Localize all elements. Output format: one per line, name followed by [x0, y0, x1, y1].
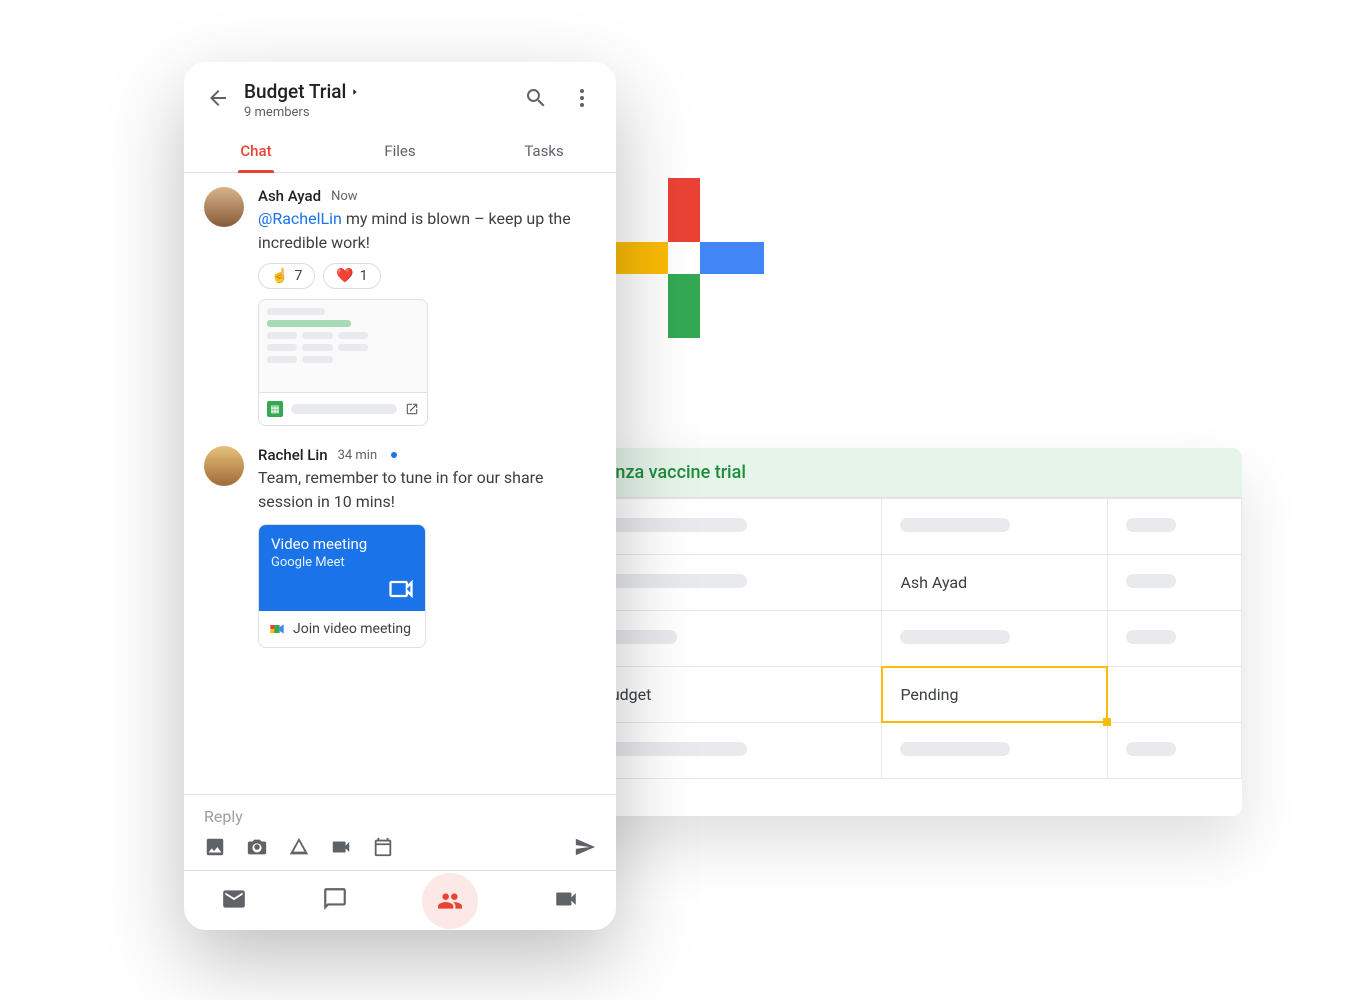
message-text: @RachelLin my mind is blown – keep up th… — [258, 207, 596, 255]
camera-icon[interactable] — [246, 836, 268, 858]
calendar-icon[interactable] — [372, 836, 394, 858]
video-icon — [553, 886, 579, 912]
video-icon — [387, 575, 415, 603]
meet-icon — [269, 621, 285, 637]
reactions: ☝️ 7 ❤️ 1 — [258, 263, 596, 289]
more-vert-icon — [570, 86, 594, 110]
sheet-grid[interactable]: Ash Ayad Trial budgetPending — [548, 498, 1242, 779]
table-row — [549, 723, 1242, 779]
author: Ash Ayad — [258, 187, 321, 205]
google-plus-decor — [604, 178, 764, 338]
tab-files[interactable]: Files — [328, 130, 472, 172]
chat-header: Budget Trial 9 members — [184, 62, 616, 122]
reaction-count: 1 — [360, 268, 368, 284]
meet-title: Video meeting — [271, 535, 413, 553]
table-row: Ash Ayad — [549, 555, 1242, 611]
bottom-nav — [184, 870, 616, 930]
join-meeting-button[interactable]: Join video meeting — [259, 611, 425, 647]
more-button[interactable] — [562, 78, 602, 122]
join-meeting-label: Join video meeting — [293, 621, 411, 637]
timestamp: Now — [331, 189, 357, 204]
reply-input[interactable]: Reply — [204, 807, 596, 826]
table-row — [549, 499, 1242, 555]
sheet-thumbnail — [259, 300, 427, 392]
nav-spaces[interactable] — [422, 873, 478, 929]
table-row: Trial budgetPending — [549, 667, 1242, 723]
space-subtitle: 9 members — [244, 105, 510, 120]
tab-tasks[interactable]: Tasks — [472, 130, 616, 172]
nav-chat[interactable] — [322, 886, 348, 916]
space-title[interactable]: Budget Trial — [244, 80, 510, 103]
emoji: ❤️ — [336, 268, 353, 284]
people-icon — [437, 888, 463, 914]
message-text: Team, remember to tune in for our share … — [258, 466, 596, 514]
reaction-chip[interactable]: ❤️ 1 — [323, 263, 380, 289]
mention[interactable]: @RachelLin — [258, 209, 342, 228]
space-title-text: Budget Trial — [244, 80, 346, 103]
drive-icon[interactable] — [288, 836, 310, 858]
avatar[interactable] — [204, 187, 244, 227]
cell-ash[interactable]: Ash Ayad — [882, 555, 1108, 611]
spreadsheet-card: Influenza vaccine trial Ash Ayad Trial b… — [548, 448, 1242, 816]
avatar[interactable] — [204, 446, 244, 486]
meet-subtitle: Google Meet — [271, 555, 413, 570]
chevron-right-icon — [350, 87, 360, 97]
timestamp: 34 min — [338, 448, 378, 463]
unread-dot — [391, 452, 397, 458]
arrow-left-icon — [206, 86, 230, 110]
message: Ash Ayad Now @RachelLin my mind is blown… — [204, 187, 596, 426]
send-button[interactable] — [574, 836, 596, 858]
sheets-icon: ▦ — [267, 401, 283, 417]
table-row — [549, 611, 1242, 667]
chat-bubble-icon — [322, 886, 348, 912]
sheet-attachment[interactable]: ▦ — [258, 299, 428, 426]
emoji: ☝️ — [271, 268, 288, 284]
search-icon — [524, 86, 548, 110]
sheet-title: Influenza vaccine trial — [548, 448, 1242, 498]
message: Rachel Lin 34 min Team, remember to tune… — [204, 446, 596, 648]
tabs: Chat Files Tasks — [184, 130, 616, 173]
chat-scroll[interactable]: Ash Ayad Now @RachelLin my mind is blown… — [184, 173, 616, 794]
video-icon[interactable] — [330, 836, 352, 858]
search-button[interactable] — [516, 78, 556, 122]
tab-chat[interactable]: Chat — [184, 130, 328, 172]
nav-mail[interactable] — [221, 886, 247, 916]
reaction-count: 7 — [294, 268, 302, 284]
meet-attachment[interactable]: Video meeting Google Meet Join video mee… — [258, 524, 426, 648]
nav-meet[interactable] — [553, 886, 579, 916]
image-icon[interactable] — [204, 836, 226, 858]
back-button[interactable] — [198, 78, 238, 122]
cell-pending[interactable]: Pending — [882, 667, 1108, 723]
author: Rachel Lin — [258, 446, 328, 464]
mail-icon — [221, 886, 247, 912]
open-external-icon[interactable] — [405, 402, 419, 416]
reaction-chip[interactable]: ☝️ 7 — [258, 263, 315, 289]
phone-mock: Budget Trial 9 members Chat Files Tasks … — [184, 62, 616, 930]
composer: Reply — [184, 794, 616, 870]
